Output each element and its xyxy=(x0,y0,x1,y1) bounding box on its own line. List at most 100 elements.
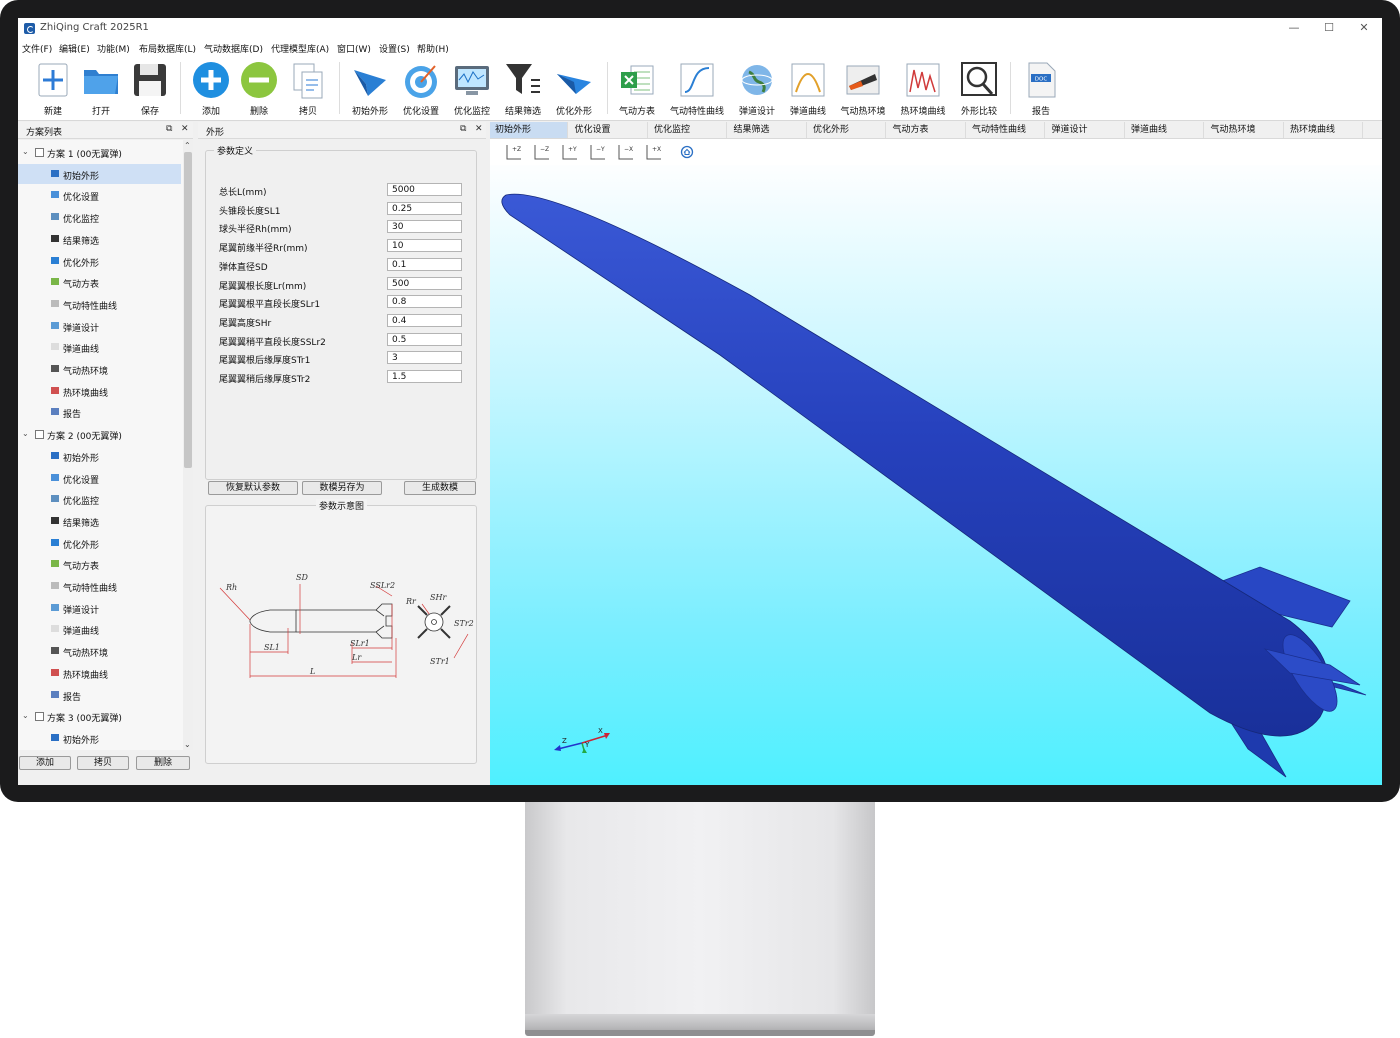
scheme-tree-scrollbar[interactable]: ⌃ ⌄ xyxy=(183,140,193,750)
tree-item[interactable]: 气动热环境 xyxy=(18,359,181,379)
toolbar-copy-button[interactable]: 拷贝 xyxy=(280,58,336,118)
tree-item[interactable]: 弹道设计 xyxy=(18,316,181,336)
menu-file[interactable]: 文件(F) xyxy=(22,42,52,55)
view-tab[interactable]: 优化监控 xyxy=(649,122,727,138)
param-value-input[interactable]: 1.5 xyxy=(387,370,462,383)
toolbar-save-button[interactable]: 保存 xyxy=(122,58,178,118)
view-tab[interactable]: 结果筛选 xyxy=(729,122,807,138)
toolbar-optimized-shape-button[interactable]: 优化外形 xyxy=(546,58,602,118)
menu-layout-db[interactable]: 布局数据库(L) xyxy=(139,42,196,55)
tree-item[interactable]: 初始外形 xyxy=(18,728,181,748)
scheme-add-button[interactable]: 添加 xyxy=(19,756,71,770)
toolbar-aero-heat-button[interactable]: 气动热环境 xyxy=(835,58,891,118)
tree-scheme-node[interactable]: ⌄ 方案 1 (00无翼弹) xyxy=(18,142,181,162)
param-value-input[interactable]: 0.5 xyxy=(387,332,462,346)
menu-settings[interactable]: 设置(S) xyxy=(379,42,410,55)
view-tab[interactable]: 初始外形 xyxy=(490,122,568,138)
view-minus-x-icon[interactable]: −X xyxy=(616,143,636,161)
toolbar-aero-curve-button[interactable]: 气动特性曲线 xyxy=(669,58,725,118)
tree-item[interactable]: 热环境曲线 xyxy=(18,663,181,683)
tree-item[interactable]: 初始外形 xyxy=(18,163,181,184)
tree-item[interactable]: 报告 xyxy=(18,685,181,705)
expand-chevron-icon[interactable]: ⌄ xyxy=(22,147,29,156)
view-tab[interactable]: 弹道设计 xyxy=(1047,122,1125,138)
toolbar-aero-table-button[interactable]: 气动方表 xyxy=(609,58,665,118)
close-panel-icon[interactable]: ✕ xyxy=(181,124,189,134)
minimize-button[interactable]: — xyxy=(1279,20,1309,36)
scroll-up-icon[interactable]: ⌃ xyxy=(184,141,191,150)
expand-chevron-icon[interactable]: ⌄ xyxy=(22,711,29,720)
param-value-input[interactable]: 3 xyxy=(387,351,462,365)
toolbar-heat-curve-button[interactable]: 热环境曲线 xyxy=(895,58,951,118)
tree-item[interactable]: 气动特性曲线 xyxy=(18,576,181,596)
scheme-copy-button[interactable]: 拷贝 xyxy=(77,756,129,770)
menu-aero-db[interactable]: 气动数据库(D) xyxy=(204,42,263,55)
float-panel-icon[interactable]: ⧉ xyxy=(166,124,172,134)
toolbar-report-button[interactable]: DOC 报告 xyxy=(1013,58,1069,118)
tree-item[interactable]: 弹道曲线 xyxy=(18,337,181,357)
view-minus-y-icon[interactable]: −Y xyxy=(588,143,608,161)
tree-item[interactable]: 优化监控 xyxy=(18,489,181,509)
view-tab[interactable]: 气动热环境 xyxy=(1206,122,1284,138)
tree-item[interactable]: 气动热环境 xyxy=(18,641,181,661)
tree-item[interactable]: 初始外形 xyxy=(18,446,181,466)
tree-item[interactable]: 优化设置 xyxy=(18,185,181,205)
toolbar-shape-compare-button[interactable]: 外形比较 xyxy=(951,58,1007,118)
toolbar-result-filter-button[interactable]: 结果筛选 xyxy=(495,58,551,118)
tree-item[interactable]: 气动方表 xyxy=(18,554,181,574)
menu-window[interactable]: 窗口(W) xyxy=(337,42,371,55)
param-value-input[interactable]: 10 xyxy=(387,239,462,253)
menu-function[interactable]: 功能(M) xyxy=(97,42,130,55)
toolbar-optimization-settings-button[interactable]: 优化设置 xyxy=(393,58,449,118)
param-value-input[interactable]: 0.8 xyxy=(387,295,462,309)
tree-item[interactable]: 报告 xyxy=(18,402,181,422)
view-plus-y-icon[interactable]: +Y xyxy=(560,143,580,161)
param-value-input[interactable]: 0.25 xyxy=(387,201,462,215)
toolbar-open-button[interactable]: 打开 xyxy=(73,58,129,118)
tree-item[interactable]: 优化外形 xyxy=(18,533,181,553)
tree-item[interactable]: 优化监控 xyxy=(18,207,181,227)
tree-item[interactable]: 气动方表 xyxy=(18,272,181,292)
param-value-input[interactable]: 0.1 xyxy=(387,257,462,271)
expand-chevron-icon[interactable]: ⌄ xyxy=(22,429,29,438)
view-minus-z-icon[interactable]: −Z xyxy=(532,143,552,161)
view-plus-z-icon[interactable]: +Z xyxy=(504,143,524,161)
tree-item[interactable]: 弹道曲线 xyxy=(18,619,181,639)
tree-item[interactable]: 弹道设计 xyxy=(18,598,181,618)
menu-surrogate-db[interactable]: 代理模型库(A) xyxy=(271,42,329,55)
tree-item[interactable]: 优化外形 xyxy=(18,251,181,271)
param-value-input[interactable]: 5000 xyxy=(387,183,462,196)
float-panel-icon[interactable]: ⧉ xyxy=(460,124,466,134)
tree-scheme-node[interactable]: ⌄ 方案 2 (00无翼弹) xyxy=(18,424,181,444)
view-tab[interactable]: 气动方表 xyxy=(888,122,966,138)
toolbar-optimization-monitor-button[interactable]: 优化监控 xyxy=(444,58,500,118)
view-tab[interactable]: 热环境曲线 xyxy=(1285,122,1363,138)
tree-scheme-node[interactable]: ⌄ 方案 3 (00无翼弹) xyxy=(18,706,181,726)
tree-item[interactable]: 热环境曲线 xyxy=(18,381,181,401)
generate-model-button[interactable]: 生成数模 xyxy=(404,481,476,495)
view-plus-x-icon[interactable]: +X xyxy=(644,143,664,161)
tree-item[interactable]: 气动特性曲线 xyxy=(18,294,181,314)
menu-help[interactable]: 帮助(H) xyxy=(417,42,449,55)
menu-edit[interactable]: 编辑(E) xyxy=(59,42,90,55)
tree-item[interactable]: 结果筛选 xyxy=(18,511,181,531)
toolbar-initial-shape-button[interactable]: 初始外形 xyxy=(342,58,398,118)
reset-view-home-icon[interactable] xyxy=(680,143,694,161)
param-value-input[interactable]: 500 xyxy=(387,276,462,290)
scrollbar-thumb[interactable] xyxy=(184,152,192,468)
view-tab[interactable]: 优化设置 xyxy=(570,122,648,138)
tree-item[interactable]: 结果筛选 xyxy=(18,229,181,249)
toolbar-trajectory-curve-button[interactable]: 弹道曲线 xyxy=(780,58,836,118)
param-value-input[interactable]: 0.4 xyxy=(387,313,462,327)
view-tab[interactable]: 弹道曲线 xyxy=(1126,122,1204,138)
close-button[interactable]: ✕ xyxy=(1349,20,1379,36)
view-tab[interactable]: 气动特性曲线 xyxy=(967,122,1045,138)
save-model-as-button[interactable]: 数模另存为 xyxy=(302,481,382,495)
maximize-button[interactable]: ☐ xyxy=(1314,20,1344,36)
toolbar-delete-button[interactable]: 删除 xyxy=(231,58,287,118)
scheme-delete-button[interactable]: 删除 xyxy=(136,756,190,770)
close-panel-icon[interactable]: ✕ xyxy=(475,124,483,134)
tree-item[interactable]: 优化设置 xyxy=(18,468,181,488)
restore-default-button[interactable]: 恢复默认参数 xyxy=(208,481,298,495)
3d-viewport[interactable]: Z Y X xyxy=(490,165,1382,785)
